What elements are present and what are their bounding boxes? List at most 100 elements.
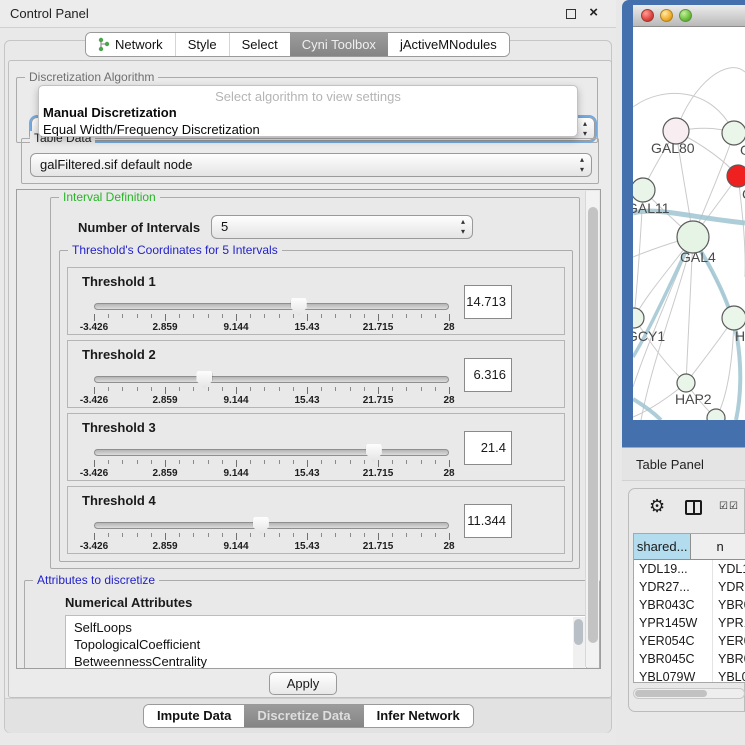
tick-label: 21.715 xyxy=(363,541,394,552)
tick-label: 2.859 xyxy=(152,468,177,479)
cell-name: YDR2 xyxy=(713,578,745,596)
threshold-label: Threshold 2 xyxy=(82,347,156,362)
attribute-list-item[interactable]: TopologicalCoefficient xyxy=(74,636,586,653)
table-horizontal-scrollbar[interactable] xyxy=(633,688,745,699)
cell-shared-name: YBR045C xyxy=(634,650,713,668)
threshold-row: Threshold 2-3.4262.8599.14415.4321.71528… xyxy=(67,340,565,408)
cell-name: YPR1 xyxy=(713,614,745,632)
tick-label: 9.144 xyxy=(223,468,248,479)
num-intervals-value: 5 xyxy=(221,219,228,234)
cell-shared-name: YBR043C xyxy=(634,596,713,614)
dropdown-option-equal-width[interactable]: Equal Width/Frequency Discretization xyxy=(39,121,577,137)
float-window-icon[interactable] xyxy=(566,9,576,19)
cell-shared-name: YDL19... xyxy=(634,560,713,578)
tick-label: 21.715 xyxy=(363,322,394,333)
tab-cyni-toolbox[interactable]: Cyni Toolbox xyxy=(290,33,388,56)
table-row[interactable]: YBR045CYBR0 xyxy=(634,650,745,668)
tab-discretize-data[interactable]: Discretize Data xyxy=(244,705,363,727)
close-traffic-light-icon[interactable] xyxy=(641,9,654,22)
numerical-attributes-label: Numerical Attributes xyxy=(65,595,192,610)
gear-icon[interactable]: ⚙ xyxy=(649,496,665,517)
tick-label: -3.426 xyxy=(80,468,108,479)
apply-button[interactable]: Apply xyxy=(269,672,337,695)
node-label: GA xyxy=(740,142,745,158)
column-header-shared-name[interactable]: shared... xyxy=(634,534,691,559)
threshold-value-field[interactable]: 14.713 xyxy=(464,285,512,319)
network-node[interactable] xyxy=(677,374,695,392)
tab-impute-data[interactable]: Impute Data xyxy=(144,705,244,727)
minimize-traffic-light-icon[interactable] xyxy=(660,9,673,22)
tick-label: 28 xyxy=(443,541,454,552)
network-node[interactable] xyxy=(633,308,644,328)
select-checkboxes-icon[interactable]: ☑☑ xyxy=(719,501,739,512)
network-node[interactable] xyxy=(727,165,745,187)
node-label: GAL11 xyxy=(633,200,670,216)
interval-group-label: Interval Definition xyxy=(59,190,160,204)
table-row[interactable]: YPR145WYPR1 xyxy=(634,614,745,632)
zoom-traffic-light-icon[interactable] xyxy=(679,9,692,22)
attributes-group-label: Attributes to discretize xyxy=(33,573,159,587)
slider-ticks: -3.4262.8599.14415.4321.71528 xyxy=(94,460,449,478)
network-node[interactable] xyxy=(722,306,745,330)
threshold-value-field[interactable]: 6.316 xyxy=(464,358,512,392)
table-row[interactable]: YDR27...YDR2 xyxy=(634,578,745,596)
tick-label: 28 xyxy=(443,468,454,479)
thresholds-group: Threshold's Coordinates for 5 Intervals … xyxy=(59,250,573,562)
tick-label: -3.426 xyxy=(80,541,108,552)
combo-arrows-icon: ▴▾ xyxy=(583,119,587,139)
threshold-slider[interactable] xyxy=(94,376,449,383)
cell-shared-name: YDR27... xyxy=(634,578,713,596)
network-canvas[interactable]: GAL80GACGAL11GAL4GCY1HHAP2 xyxy=(633,27,745,420)
algorithm-dropdown-popup: Select algorithm to view settings Manual… xyxy=(38,85,578,137)
tab-select[interactable]: Select xyxy=(229,33,290,56)
threshold-value-field[interactable]: 21.4 xyxy=(464,431,512,465)
threshold-slider[interactable] xyxy=(94,303,449,310)
slider-ticks: -3.4262.8599.14415.4321.71528 xyxy=(94,314,449,332)
settings-scrollbar[interactable] xyxy=(585,191,599,667)
tab-jactivemnodules[interactable]: jActiveMNodules xyxy=(388,33,509,56)
control-panel: Control Panel × Network Style Select Cyn… xyxy=(0,0,616,745)
table-row[interactable]: YER054CYER0 xyxy=(634,632,745,650)
threshold-row: Threshold 1-3.4262.8599.14415.4321.71528… xyxy=(67,267,565,335)
combo-arrows-icon: ▴▾ xyxy=(461,217,465,237)
table-row[interactable]: YBL079WYBL0 xyxy=(634,668,745,683)
table-panel-title: Table Panel xyxy=(636,457,704,472)
threshold-label: Threshold 1 xyxy=(82,274,156,289)
num-intervals-combobox[interactable]: 5 ▴▾ xyxy=(211,215,473,239)
numerical-attributes-list: SelfLoopsTopologicalCoefficientBetweenne… xyxy=(65,615,587,669)
attribute-list-item[interactable]: BetweennessCentrality xyxy=(74,653,586,669)
tab-style[interactable]: Style xyxy=(175,33,229,56)
table-toolbar: ⚙ ☑☑ xyxy=(629,489,745,527)
threshold-value-field[interactable]: 11.344 xyxy=(464,504,512,538)
threshold-label: Threshold 4 xyxy=(82,493,156,508)
threshold-slider[interactable] xyxy=(94,449,449,456)
attribute-list-item[interactable]: SelfLoops xyxy=(74,619,586,636)
tab-label: Select xyxy=(242,33,278,56)
tick-label: 15.43 xyxy=(294,322,319,333)
tab-label: Style xyxy=(188,33,217,56)
slider-ticks: -3.4262.8599.14415.4321.71528 xyxy=(94,533,449,551)
tab-infer-network[interactable]: Infer Network xyxy=(364,705,473,727)
table-header-row: shared... n xyxy=(634,534,745,560)
network-node[interactable] xyxy=(707,409,725,420)
column-header-name[interactable]: n xyxy=(691,534,745,559)
algorithm-group-label: Discretization Algorithm xyxy=(25,70,158,84)
table-row[interactable]: YDL19...YDL1 xyxy=(634,560,745,578)
cell-name: YER0 xyxy=(713,632,745,650)
table-row[interactable]: YBR043CYBR0 xyxy=(634,596,745,614)
tick-label: 9.144 xyxy=(223,395,248,406)
network-icon xyxy=(98,37,110,52)
threshold-row: Threshold 3-3.4262.8599.14415.4321.71528… xyxy=(67,413,565,481)
panel-title: Control Panel xyxy=(10,6,89,21)
network-node[interactable] xyxy=(633,178,655,202)
tab-network[interactable]: Network xyxy=(86,33,175,56)
attributes-group: Attributes to discretize Numerical Attri… xyxy=(24,580,600,669)
close-icon[interactable]: × xyxy=(589,4,598,21)
attributes-scrollbar[interactable] xyxy=(573,617,585,669)
dropdown-option-manual[interactable]: Manual Discretization xyxy=(39,104,577,121)
cyni-toolbox-pane: Discretization Algorithm ▴▾ Table Data g… xyxy=(8,60,612,698)
columns-icon[interactable] xyxy=(685,500,702,515)
threshold-slider[interactable] xyxy=(94,522,449,529)
cell-name: YDL1 xyxy=(713,560,745,578)
table-data-combobox[interactable]: galFiltered.sif default node ▴▾ xyxy=(30,153,592,177)
